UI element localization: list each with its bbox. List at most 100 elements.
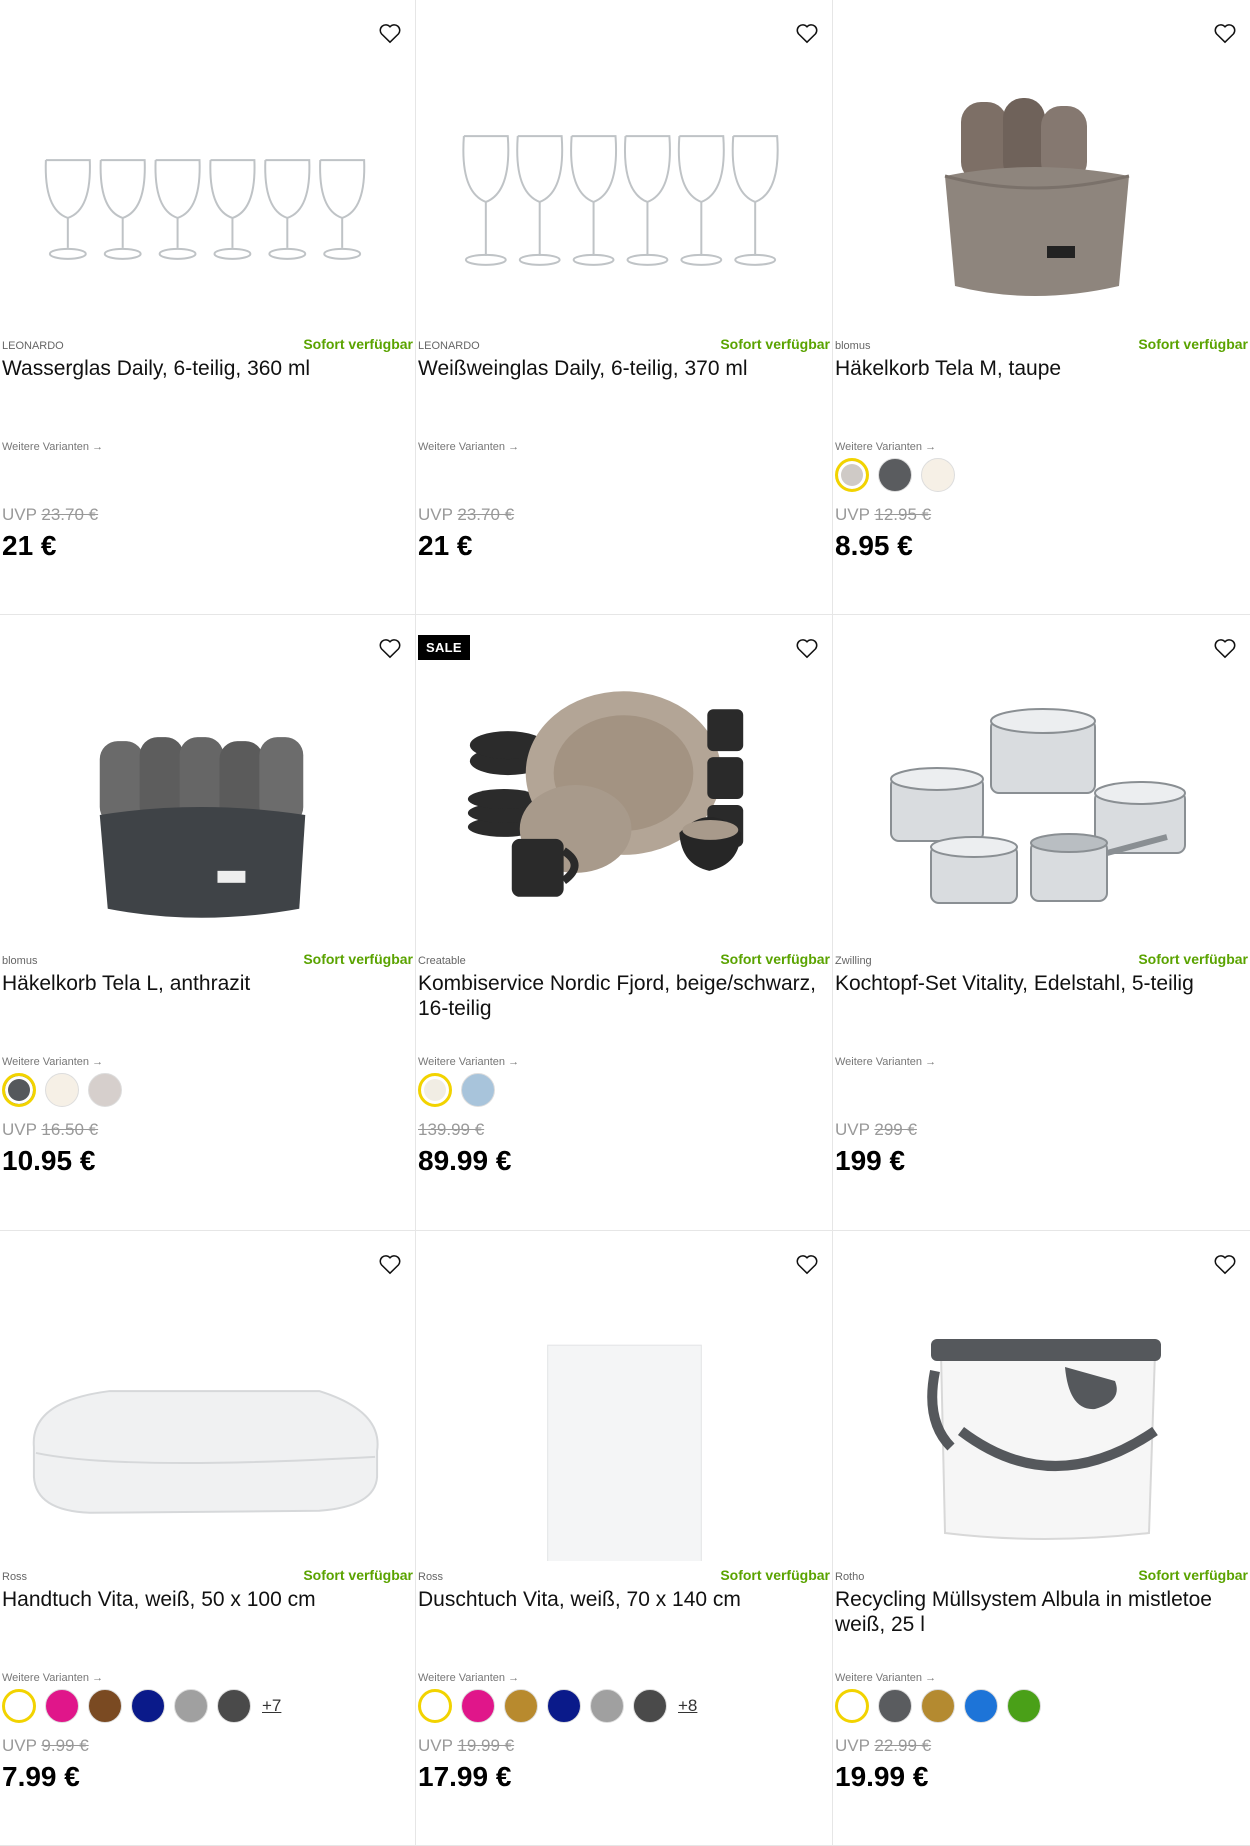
product-title[interactable]: Häkelkorb Tela L, anthrazit [2, 971, 409, 996]
uvp-price: UVP 23.70 € [418, 505, 515, 524]
uvp-price: 139.99 € [418, 1120, 484, 1140]
uvp-price: UVP 19.99 € [418, 1736, 515, 1755]
price: 21 € [2, 530, 57, 561]
brand-name: Zwilling [835, 955, 872, 967]
color-swatch[interactable] [461, 1689, 495, 1723]
more-variants-link[interactable]: Weitere Varianten → [2, 1672, 103, 1684]
product-image[interactable] [416, 665, 832, 945]
brand-name: Ross [2, 1571, 28, 1583]
product-image[interactable] [0, 665, 415, 945]
more-variants-link[interactable]: Weitere Varianten → [418, 441, 519, 453]
availability-label: Sofort verfügbar [303, 1567, 413, 1583]
product-card[interactable]: Zwilling Sofort verfügbar Kochtopf-Set V… [833, 615, 1250, 1231]
color-swatch[interactable] [878, 1689, 912, 1723]
product-card[interactable]: blomus Sofort verfügbar Häkelkorb Tela M… [833, 0, 1250, 615]
more-colors-link[interactable]: +8 [678, 1696, 697, 1716]
color-swatches [418, 1073, 495, 1107]
color-swatch[interactable] [835, 1689, 869, 1723]
uvp-old-price: 9.99 € [41, 1736, 89, 1755]
color-swatch[interactable] [504, 1689, 538, 1723]
price: 7.99 € [2, 1761, 80, 1792]
color-swatches: +7 [2, 1689, 281, 1723]
product-title[interactable]: Kochtopf-Set Vitality, Edelstahl, 5-teil… [835, 971, 1244, 996]
more-variants-link[interactable]: Weitere Varianten → [418, 1672, 519, 1684]
color-swatch[interactable] [45, 1073, 79, 1107]
more-variants-link[interactable]: Weitere Varianten → [2, 441, 103, 453]
color-swatches: +8 [418, 1689, 697, 1723]
product-card[interactable]: LEONARDO Sofort verfügbar Weißweinglas D… [416, 0, 833, 615]
color-swatch[interactable] [590, 1689, 624, 1723]
color-swatch[interactable] [921, 458, 955, 492]
brand-name: blomus [835, 340, 871, 352]
color-swatches [2, 1073, 122, 1107]
product-title[interactable]: Häkelkorb Tela M, taupe [835, 356, 1244, 381]
color-swatch[interactable] [547, 1689, 581, 1723]
color-swatch[interactable] [835, 458, 869, 492]
color-swatch[interactable] [217, 1689, 251, 1723]
color-swatches [835, 1689, 1041, 1723]
color-swatch[interactable] [1007, 1689, 1041, 1723]
heart-icon[interactable] [377, 635, 403, 661]
brand-name: blomus [2, 955, 38, 967]
product-image[interactable] [833, 50, 1250, 330]
product-image[interactable] [416, 1281, 832, 1561]
product-image[interactable] [0, 50, 415, 330]
heart-icon[interactable] [1212, 20, 1238, 46]
product-title[interactable]: Duschtuch Vita, weiß, 70 x 140 cm [418, 1587, 826, 1612]
product-title[interactable]: Handtuch Vita, weiß, 50 x 100 cm [2, 1587, 409, 1612]
color-swatches [835, 458, 955, 492]
heart-icon[interactable] [794, 20, 820, 46]
color-swatch[interactable] [921, 1689, 955, 1723]
availability-label: Sofort verfügbar [303, 336, 413, 352]
color-swatch[interactable] [2, 1689, 36, 1723]
product-image[interactable] [416, 50, 832, 330]
color-swatch[interactable] [131, 1689, 165, 1723]
product-image[interactable] [833, 665, 1250, 945]
color-swatch[interactable] [878, 458, 912, 492]
more-variants-link[interactable]: Weitere Varianten → [835, 1672, 936, 1684]
product-card[interactable]: SALE Creatable Sofort verfügbar Kombiser… [416, 615, 833, 1231]
price: 199 € [835, 1145, 906, 1176]
uvp-price: UVP 16.50 € [2, 1120, 99, 1139]
product-card[interactable]: blomus Sofort verfügbar Häkelkorb Tela L… [0, 615, 416, 1231]
heart-icon[interactable] [794, 635, 820, 661]
product-title[interactable]: Kombiservice Nordic Fjord, beige/schwarz… [418, 971, 826, 1021]
color-swatch[interactable] [2, 1073, 36, 1107]
product-image[interactable] [833, 1281, 1250, 1561]
color-swatch[interactable] [633, 1689, 667, 1723]
sale-badge: SALE [418, 635, 470, 660]
uvp-old-price: 22.99 € [874, 1736, 932, 1755]
product-title[interactable]: Wasserglas Daily, 6-teilig, 360 ml [2, 356, 409, 381]
availability-label: Sofort verfügbar [720, 336, 830, 352]
product-title[interactable]: Recycling Müllsystem Albula in mistletoe… [835, 1587, 1244, 1637]
product-image[interactable] [0, 1281, 415, 1561]
heart-icon[interactable] [377, 1251, 403, 1277]
color-swatch[interactable] [418, 1689, 452, 1723]
product-title[interactable]: Weißweinglas Daily, 6-teilig, 370 ml [418, 356, 826, 381]
color-swatch[interactable] [45, 1689, 79, 1723]
more-variants-link[interactable]: Weitere Varianten → [835, 1056, 936, 1068]
availability-label: Sofort verfügbar [720, 1567, 830, 1583]
heart-icon[interactable] [794, 1251, 820, 1277]
uvp-old-price: 12.95 € [874, 505, 932, 524]
product-card[interactable]: Rotho Sofort verfügbar Recycling Müllsys… [833, 1231, 1250, 1846]
heart-icon[interactable] [1212, 1251, 1238, 1277]
color-swatch[interactable] [88, 1689, 122, 1723]
more-colors-link[interactable]: +7 [262, 1696, 281, 1716]
color-swatch[interactable] [964, 1689, 998, 1723]
product-card[interactable]: LEONARDO Sofort verfügbar Wasserglas Dai… [0, 0, 416, 615]
more-variants-link[interactable]: Weitere Varianten → [418, 1056, 519, 1068]
heart-icon[interactable] [1212, 635, 1238, 661]
product-card[interactable]: Ross Sofort verfügbar Handtuch Vita, wei… [0, 1231, 416, 1846]
color-swatch[interactable] [418, 1073, 452, 1107]
more-variants-link[interactable]: Weitere Varianten → [835, 441, 936, 453]
uvp-price: UVP 12.95 € [835, 505, 932, 524]
color-swatch[interactable] [88, 1073, 122, 1107]
product-card[interactable]: Ross Sofort verfügbar Duschtuch Vita, we… [416, 1231, 833, 1846]
uvp-price: UVP 299 € [835, 1120, 917, 1139]
color-swatch[interactable] [174, 1689, 208, 1723]
more-variants-link[interactable]: Weitere Varianten → [2, 1056, 103, 1068]
color-swatch[interactable] [461, 1073, 495, 1107]
price: 89.99 € [418, 1145, 512, 1176]
heart-icon[interactable] [377, 20, 403, 46]
